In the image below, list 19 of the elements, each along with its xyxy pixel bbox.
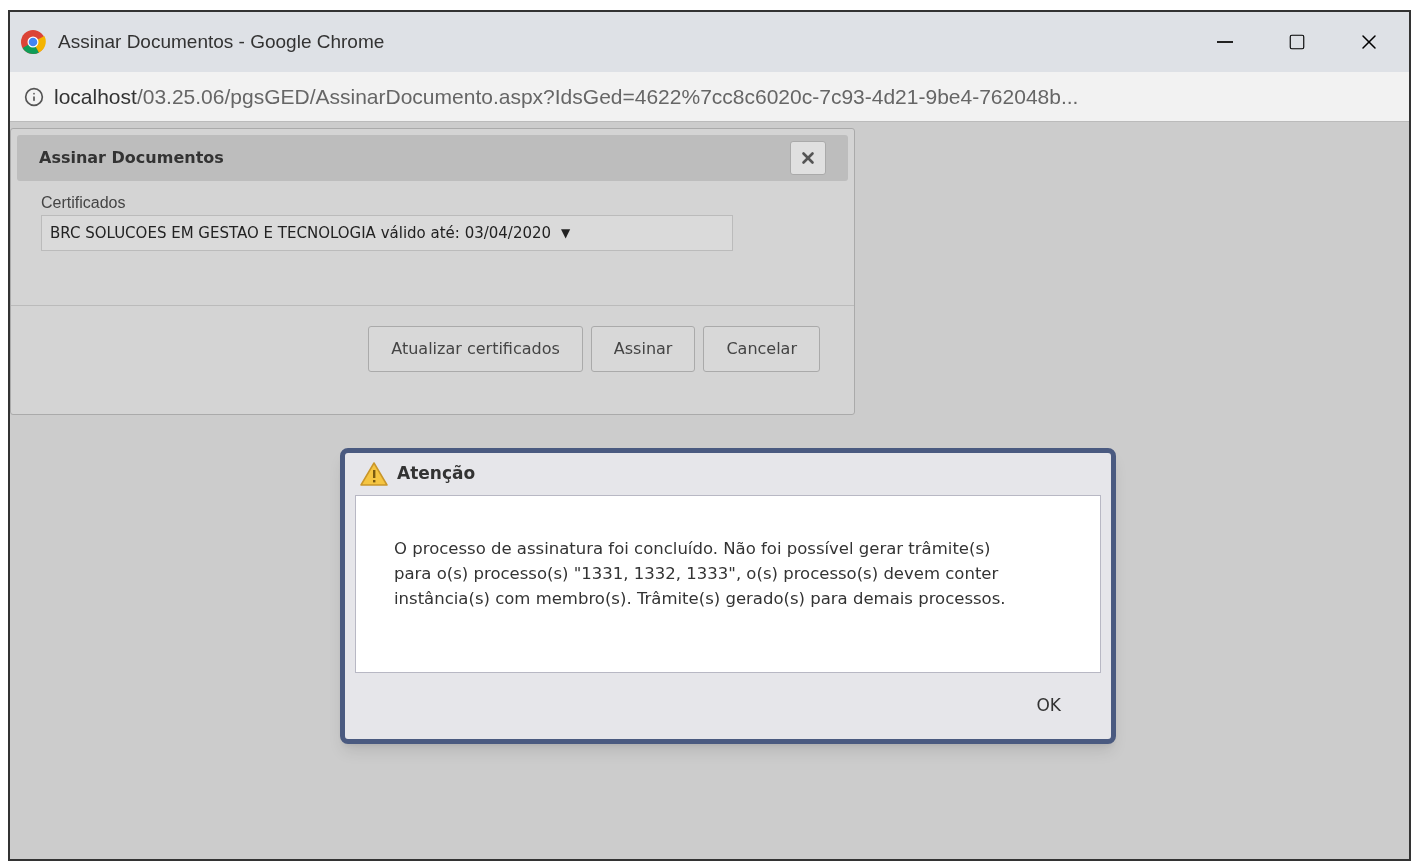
ok-button[interactable]: OK (1026, 689, 1071, 723)
alert-title: Atenção (397, 462, 476, 486)
warning-icon (359, 461, 389, 487)
dialog-button[interactable]: Atualizar certificados (368, 326, 583, 372)
dialog-button[interactable]: Assinar (590, 326, 696, 372)
close-button[interactable] (790, 141, 826, 175)
window-title: Assinar Documentos - Google Chrome (58, 29, 385, 54)
alert-message: O processo de assinatura foi concluído. Não foi possível gerar trâmite(s) para o(s) processo(s) "1331, 1332, 1333", o(s) processo(s) devem conter instância(s) com membro(s). Trâmite(s) gerado(s) para demais processos. (394, 538, 1007, 610)
maximize-icon (1288, 33, 1306, 51)
field-label: Certificados (41, 193, 127, 213)
dialog-button[interactable]: Cancelar (703, 326, 820, 372)
info-icon (24, 86, 44, 107)
dialog-title: Assinar Documentos (39, 147, 224, 169)
chrome-logo-icon (20, 29, 46, 55)
certificate-select[interactable]: BRC SOLUCOES EM GESTAO E TECNOLOGIA válido até: 03/04/2020 ▼ (41, 215, 733, 251)
close-icon (799, 149, 817, 167)
url-text: localhost/03.25.06/pgsGED/AssinarDocumento.aspx?IdsGed=4622%7cc8c6020c-7c93-4d21-9be4-762048b... (54, 83, 1079, 110)
address-bar[interactable]: localhost/03.25.06/pgsGED/AssinarDocumento.aspx?IdsGed=4622%7cc8c6020c-7c93-4d21-9be4-762048b... (10, 72, 1409, 122)
minimize-icon (1217, 41, 1233, 43)
